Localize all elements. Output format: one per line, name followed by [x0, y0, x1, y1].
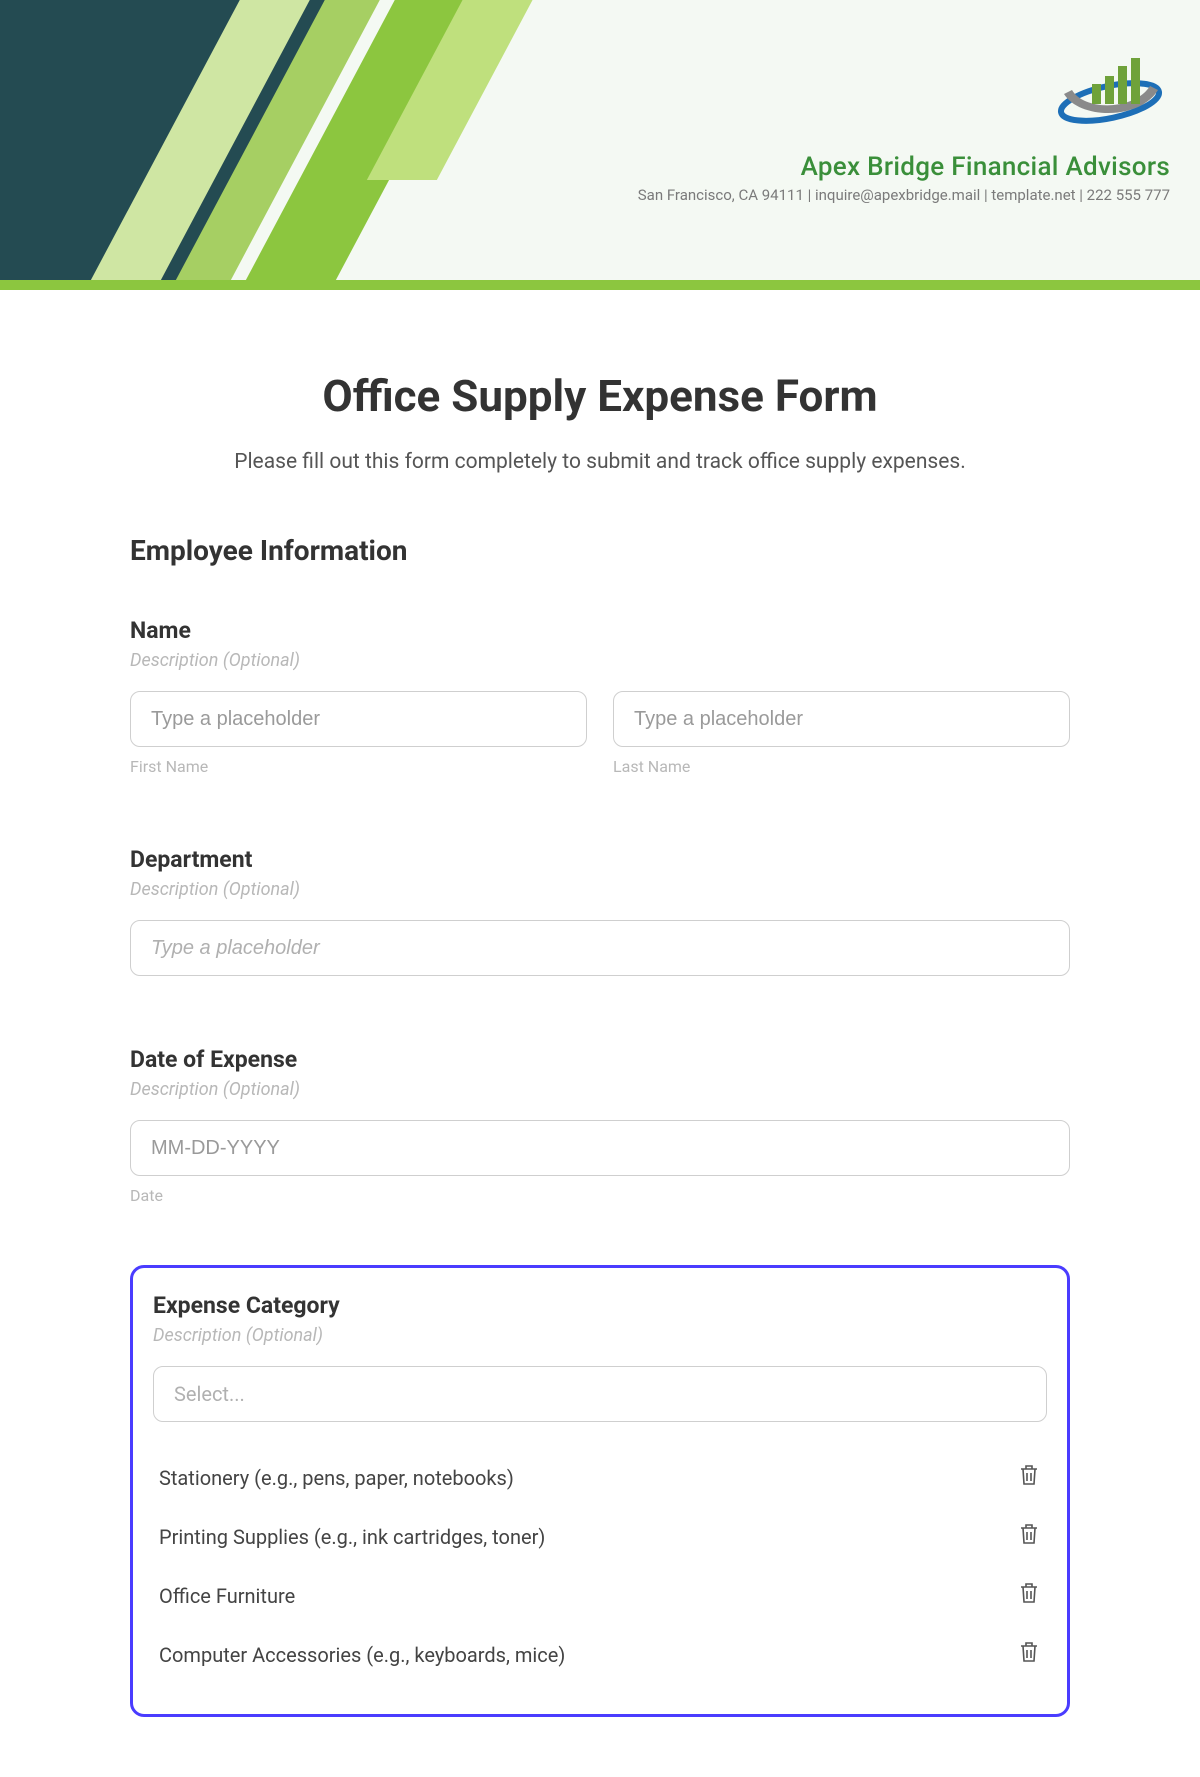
field-label-category: Expense Category [153, 1292, 1047, 1319]
first-name-sublabel: First Name [130, 757, 587, 776]
category-option-label: Stationery (e.g., pens, paper, notebooks… [159, 1466, 514, 1490]
form-intro: Please fill out this form completely to … [130, 450, 1070, 474]
field-date: Date of Expense Description (Optional) D… [130, 1046, 1070, 1205]
field-label-department: Department [130, 846, 1070, 873]
header-right: Apex Bridge Financial Advisors San Franc… [638, 50, 1170, 204]
field-desc: Description (Optional) [130, 1079, 1070, 1100]
field-label-date: Date of Expense [130, 1046, 1070, 1073]
first-name-input[interactable] [130, 691, 587, 747]
section-heading-employee: Employee Information [130, 534, 1070, 567]
header-banner: Apex Bridge Financial Advisors San Franc… [0, 0, 1200, 290]
form-title: Office Supply Expense Form [130, 370, 1070, 422]
category-option[interactable]: Office Furniture [153, 1566, 1047, 1625]
category-option-list: Stationery (e.g., pens, paper, notebooks… [153, 1448, 1047, 1684]
department-input[interactable] [130, 920, 1070, 976]
banner-bottom-bar [0, 280, 1200, 290]
company-meta: San Francisco, CA 94111 | inquire@apexbr… [638, 186, 1170, 204]
field-name: Name Description (Optional) First Name L… [130, 617, 1070, 776]
field-label-name: Name [130, 617, 1070, 644]
company-logo-icon [1050, 50, 1170, 134]
trash-icon[interactable] [1017, 1580, 1041, 1611]
field-desc: Description (Optional) [130, 650, 1070, 671]
form-body: Office Supply Expense Form Please fill o… [0, 290, 1200, 1777]
company-name: Apex Bridge Financial Advisors [638, 152, 1170, 182]
field-category-active[interactable]: Expense Category Description (Optional) … [130, 1265, 1070, 1717]
category-option-label: Printing Supplies (e.g., ink cartridges,… [159, 1525, 545, 1549]
category-select[interactable]: Select... [153, 1366, 1047, 1422]
last-name-input[interactable] [613, 691, 1070, 747]
category-select-placeholder: Select... [174, 1382, 245, 1406]
date-sublabel: Date [130, 1186, 1070, 1205]
field-desc: Description (Optional) [153, 1325, 1047, 1346]
category-option[interactable]: Printing Supplies (e.g., ink cartridges,… [153, 1507, 1047, 1566]
page-root: Apex Bridge Financial Advisors San Franc… [0, 0, 1200, 1777]
date-input[interactable] [130, 1120, 1070, 1176]
category-option-label: Computer Accessories (e.g., keyboards, m… [159, 1643, 565, 1667]
field-desc: Description (Optional) [130, 879, 1070, 900]
category-option[interactable]: Stationery (e.g., pens, paper, notebooks… [153, 1448, 1047, 1507]
category-option[interactable]: Computer Accessories (e.g., keyboards, m… [153, 1625, 1047, 1684]
trash-icon[interactable] [1017, 1462, 1041, 1493]
last-name-sublabel: Last Name [613, 757, 1070, 776]
trash-icon[interactable] [1017, 1639, 1041, 1670]
category-option-label: Office Furniture [159, 1584, 295, 1608]
trash-icon[interactable] [1017, 1521, 1041, 1552]
field-department: Department Description (Optional) [130, 846, 1070, 976]
